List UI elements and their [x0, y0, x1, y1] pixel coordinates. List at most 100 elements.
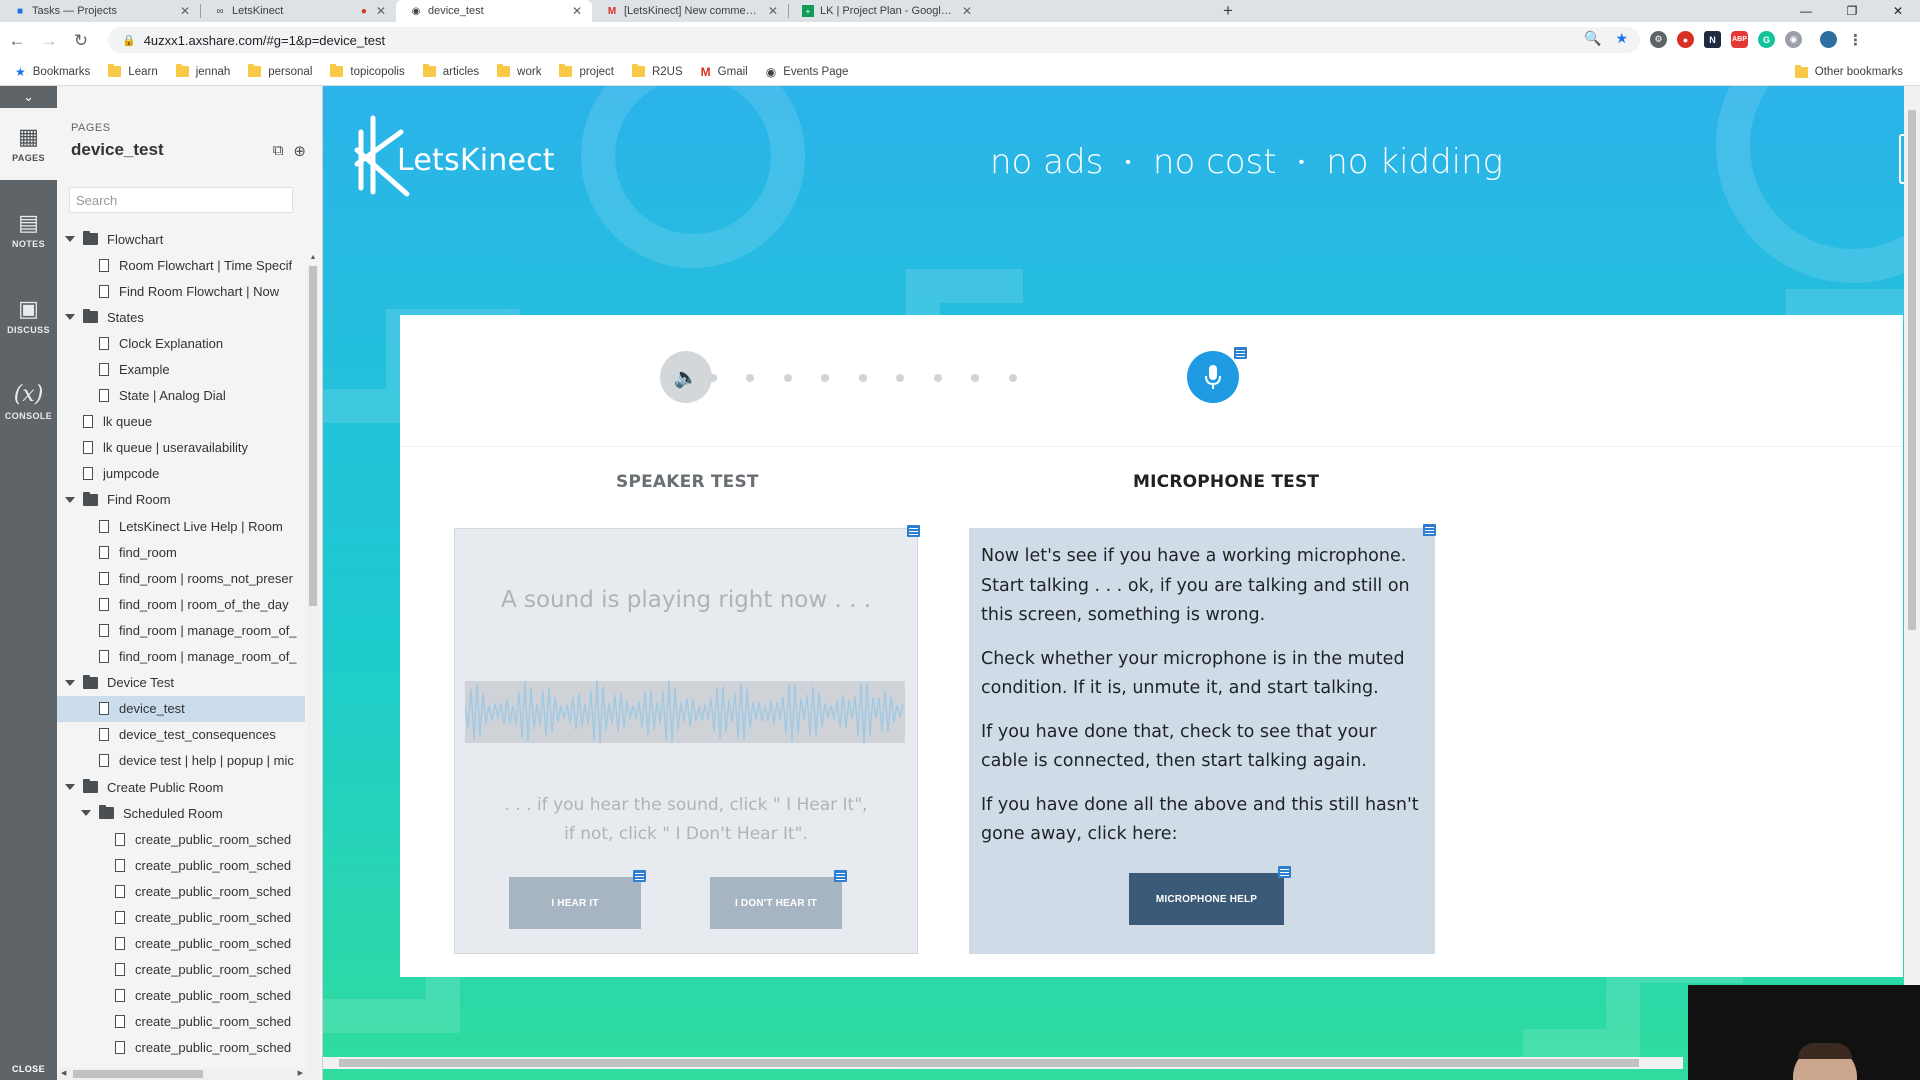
bookmark-item[interactable]: R2US [629, 61, 686, 83]
tree-page[interactable]: create_public_room_sched [57, 878, 305, 904]
tree-page[interactable]: create_public_room_sched [57, 852, 305, 878]
tree-page[interactable]: device test | help | popup | mic [57, 748, 305, 774]
tree-page[interactable]: Find Room Flowchart | Now [57, 278, 305, 304]
bookmark-item[interactable]: Learn [105, 61, 160, 83]
tree-folder[interactable]: Flowchart [57, 226, 305, 252]
expand-triangle-icon[interactable] [65, 679, 75, 686]
reload-icon[interactable]: ↻ [70, 30, 92, 52]
tree-page[interactable]: create_public_room_sched [57, 826, 305, 852]
tree-page[interactable]: find_room | rooms_not_preser [57, 565, 305, 591]
bookmark-item[interactable]: ★ Bookmarks [12, 61, 93, 83]
menu-kebab-icon[interactable]: ⋮ [1847, 31, 1864, 49]
tab-device-test[interactable]: ◉ device_test ✕ [396, 0, 592, 22]
rail-pages[interactable]: ▦ PAGES [0, 108, 57, 180]
locate-icon[interactable]: ⊕ [293, 142, 306, 160]
tree-folder[interactable]: Create Public Room [57, 774, 305, 800]
tree-page[interactable]: create_public_room_sched [57, 931, 305, 957]
bookmark-item[interactable]: M Gmail [698, 61, 751, 83]
speaker-icon[interactable]: 🔈 [660, 351, 712, 403]
chevron-down-icon[interactable]: ⌄ [0, 86, 57, 108]
pages-search-input[interactable] [69, 187, 293, 213]
rail-console[interactable]: (x) CONSOLE [0, 366, 57, 438]
tab-letskinect[interactable]: ∞ LetsKinect ● ✕ [200, 0, 396, 22]
tree-page[interactable]: lk queue | useravailability [57, 435, 305, 461]
rail-discuss[interactable]: ▣ DISCUSS [0, 280, 57, 352]
tree-folder[interactable]: Find Room [57, 487, 305, 513]
expand-triangle-icon[interactable] [65, 314, 75, 321]
tree-folder[interactable]: States [57, 304, 305, 330]
tree-page[interactable]: create_public_room_sched [57, 957, 305, 983]
other-bookmarks[interactable]: Other bookmarks [1792, 61, 1906, 83]
note-icon[interactable] [834, 870, 847, 882]
tab-sheets[interactable]: + LK | Project Plan - Google Sheets ✕ [788, 0, 982, 22]
maximize-button[interactable]: ❐ [1832, 0, 1872, 22]
close-icon[interactable]: ✕ [376, 4, 386, 18]
new-tab-button[interactable]: + [1216, 0, 1240, 22]
close-panel-button[interactable]: CLOSE [0, 1058, 57, 1080]
tree-folder[interactable]: Scheduled Room [57, 800, 305, 826]
microphone-icon[interactable] [1187, 351, 1239, 403]
scrollbar-thumb[interactable] [1908, 110, 1916, 630]
tree-page[interactable]: create_public_room_sched [57, 1035, 305, 1056]
close-icon[interactable]: ✕ [572, 4, 582, 18]
grammarly-icon[interactable]: G [1758, 31, 1775, 48]
tree-page[interactable]: State | Analog Dial [57, 383, 305, 409]
close-icon[interactable]: ✕ [180, 4, 190, 18]
address-bar[interactable]: 🔒 4uzxx1.axshare.com/#g=1&p=device_test … [108, 27, 1640, 53]
scrollbar-thumb[interactable] [73, 1070, 203, 1078]
tree-page[interactable]: find_room | manage_room_of_ [57, 617, 305, 643]
extension-record-icon[interactable]: ● [1677, 31, 1694, 48]
pages-horizontal-scrollbar[interactable]: ◀ ▶ [57, 1068, 307, 1080]
bookmark-item[interactable]: topicopolis [327, 61, 407, 83]
microphone-help-button[interactable]: MICROPHONE HELP [1129, 873, 1284, 925]
forward-arrow-icon[interactable]: → [38, 30, 60, 52]
bookmark-item[interactable]: personal [245, 61, 315, 83]
scroll-up-arrow-icon[interactable]: ▲ [309, 254, 317, 264]
tree-page[interactable]: find_room | room_of_the_day [57, 591, 305, 617]
note-icon[interactable] [1234, 347, 1247, 359]
note-icon[interactable] [907, 525, 920, 537]
tree-page[interactable]: find_room [57, 539, 305, 565]
zoom-icon[interactable]: 🔍 [1584, 30, 1601, 47]
page-vertical-scrollbar[interactable] [1904, 86, 1920, 1080]
bookmark-star-icon[interactable]: ★ [1615, 30, 1628, 47]
note-icon[interactable] [1278, 866, 1291, 878]
extension-circle-icon[interactable]: ◉ [1785, 31, 1802, 48]
rail-notes[interactable]: ▤ NOTES [0, 194, 57, 266]
tree-page[interactable]: create_public_room_sched [57, 904, 305, 930]
tree-page[interactable]: create_public_room_sched [57, 1009, 305, 1035]
scroll-right-arrow-icon[interactable]: ▶ [298, 1069, 303, 1077]
i-hear-it-button[interactable]: I HEAR IT [509, 877, 641, 929]
expand-triangle-icon[interactable] [65, 236, 75, 243]
i-dont-hear-it-button[interactable]: I DON'T HEAR IT [710, 877, 842, 929]
bookmark-item[interactable]: articles [420, 61, 482, 83]
tree-page[interactable]: find_room | manage_room_of_ [57, 644, 305, 670]
tree-page[interactable]: jumpcode [57, 461, 305, 487]
bookmark-item[interactable]: jennah [173, 61, 234, 83]
bookmark-item[interactable]: work [494, 61, 544, 83]
close-icon[interactable]: ✕ [768, 4, 778, 18]
url-text[interactable]: 4uzxx1.axshare.com/#g=1&p=device_test [144, 33, 385, 48]
tree-folder[interactable]: Device Test [57, 670, 305, 696]
tree-page[interactable]: LetsKinect Live Help | Room [57, 513, 305, 539]
note-icon[interactable] [1423, 524, 1436, 536]
letskinect-logo[interactable]: LetsKinect [351, 112, 555, 208]
pages-vertical-scrollbar[interactable]: ▲ ▼ [307, 254, 319, 1080]
close-window-button[interactable]: ✕ [1878, 0, 1918, 22]
adblock-icon[interactable]: ABP [1731, 31, 1748, 48]
open-external-icon[interactable]: ⧉ [273, 142, 284, 160]
tab-tasks[interactable]: ■ Tasks — Projects ✕ [0, 0, 200, 22]
tree-page[interactable]: lk queue [57, 409, 305, 435]
tree-page[interactable]: Example [57, 356, 305, 382]
note-icon[interactable] [633, 870, 646, 882]
scrollbar-thumb[interactable] [309, 266, 317, 606]
tree-page[interactable]: Clock Explanation [57, 330, 305, 356]
page-horizontal-scrollbar[interactable] [323, 1057, 1683, 1069]
bookmark-item[interactable]: project [556, 61, 617, 83]
minimize-button[interactable]: — [1786, 0, 1826, 22]
scroll-left-arrow-icon[interactable]: ◀ [61, 1069, 66, 1077]
bookmark-item[interactable]: ◉ Events Page [763, 61, 852, 83]
scrollbar-thumb[interactable] [339, 1059, 1639, 1067]
expand-triangle-icon[interactable] [81, 810, 91, 817]
extension-gear-icon[interactable]: ⚙ [1650, 31, 1667, 48]
